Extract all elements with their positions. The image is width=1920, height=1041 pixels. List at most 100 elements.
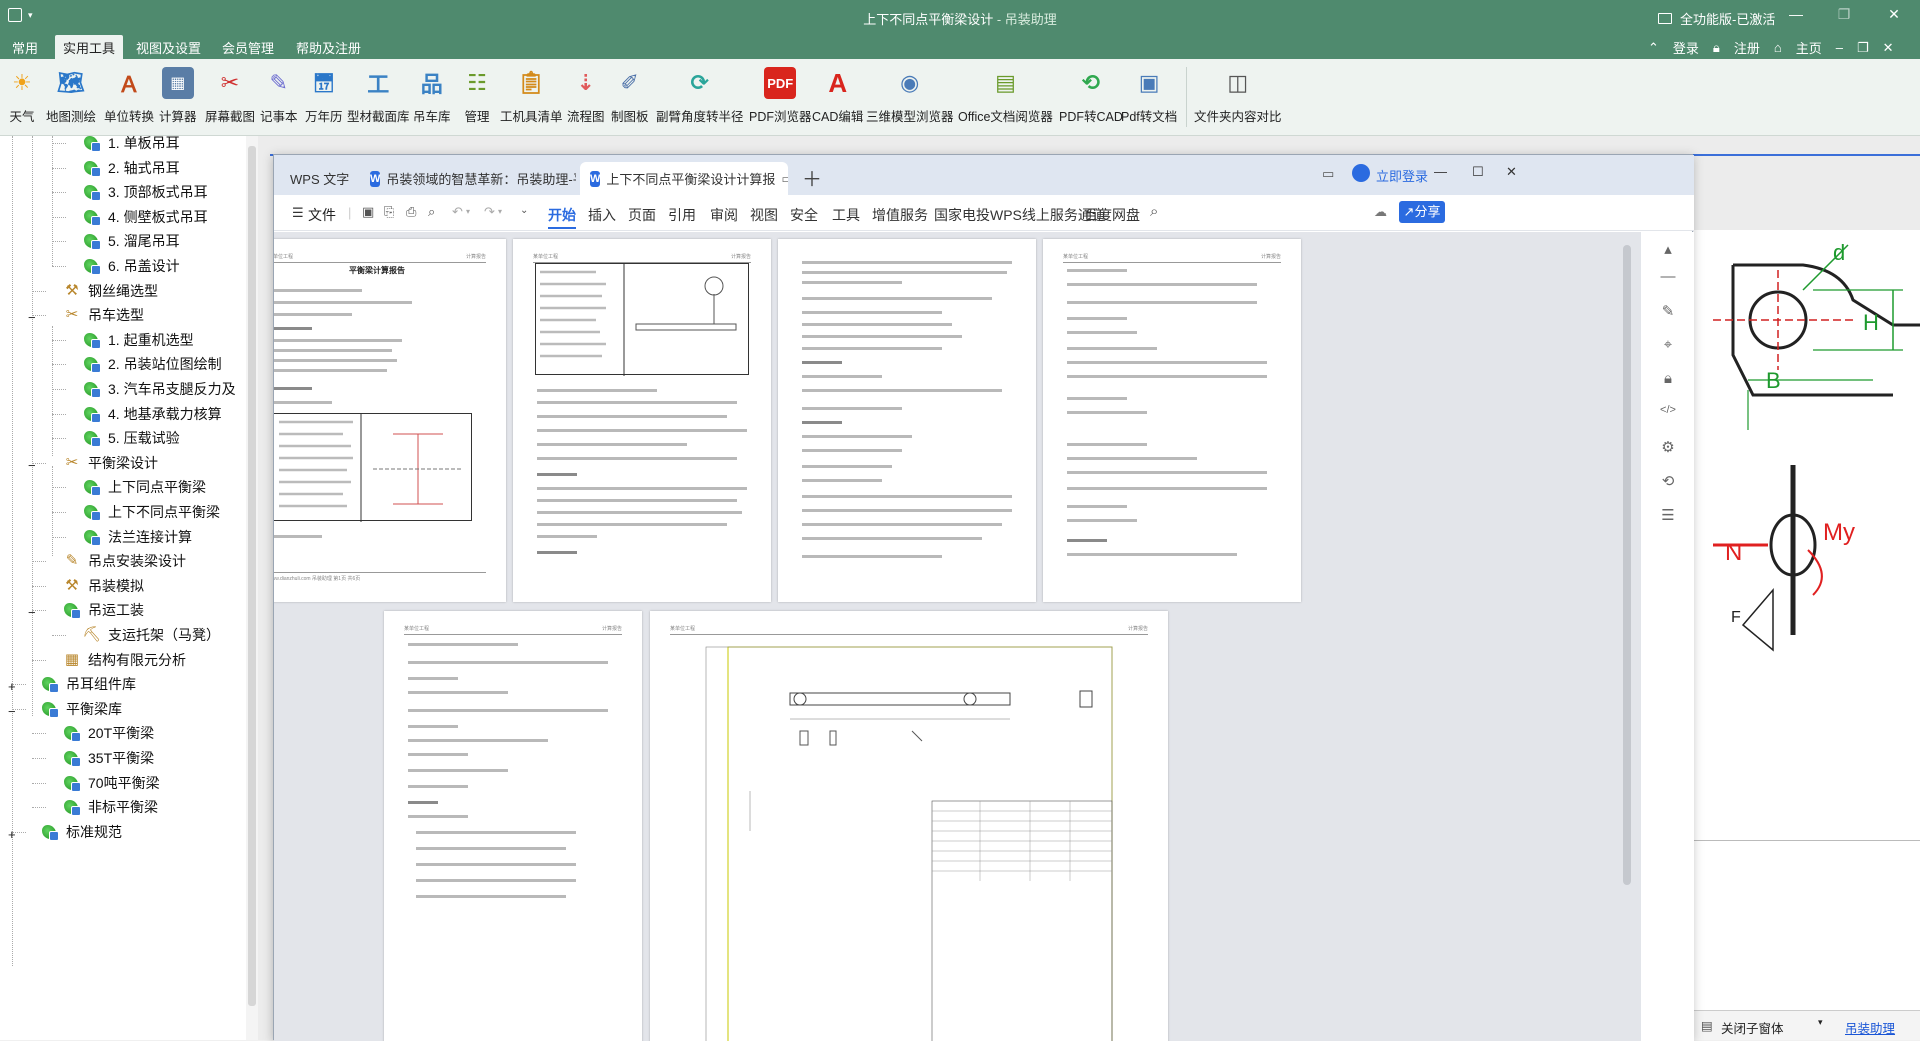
collapse-toggle-icon[interactable]: − [28,310,36,325]
history-icon[interactable]: ⟲ [1659,472,1677,490]
minimize-button[interactable]: — [1782,6,1810,22]
tree-item[interactable]: 3. 顶部板式吊耳 [82,179,208,205]
more-dropdown-icon[interactable]: ⌄ [520,205,528,216]
document-scrollbar[interactable] [1623,245,1631,885]
tree-item[interactable]: 2. 轴式吊耳 [82,155,180,181]
tree-item[interactable]: ⚒ 钢丝绳选型 [62,278,158,304]
ribbon-flowchart[interactable]: ⇣ 流程图 [567,67,605,129]
share-button[interactable]: ↗分享 [1399,201,1445,223]
undo-icon[interactable]: ↶ [452,204,463,220]
maximize-button[interactable]: ❐ [1830,6,1858,23]
close-child-button[interactable]: ✕ [1883,40,1894,56]
tree-item[interactable]: 70吨平衡梁 [62,770,160,796]
print-preview-icon[interactable]: ⌕ [428,204,435,220]
tree-item[interactable]: 3. 汽车吊支腿反力及 [82,376,236,402]
ribbon-jib-angle[interactable]: ⟳ 副臂角度转半径 [656,67,744,129]
close-subwindow-link[interactable]: 关闭子窗体 [1721,1018,1784,1037]
wps-close-button[interactable]: ✕ [1506,164,1517,180]
restore-child-window-icon[interactable]: ❐ [1857,40,1869,56]
redo-dropdown-icon[interactable]: ▾ [498,207,502,216]
ribbon-cad-edit[interactable]: A CAD编辑 [812,67,863,129]
tree-item[interactable]: 20T平衡梁 [62,720,154,746]
tree-item[interactable]: 非标平衡梁 [62,794,158,820]
tree-item[interactable]: 6. 吊盖设计 [82,253,180,279]
ribbon-notepad[interactable]: ✎ 记事本 [260,67,298,129]
ribbon-pdf-to-doc[interactable]: ▣ Pdf转文档 [1121,67,1177,129]
expand-toggle-icon[interactable]: + [8,827,16,842]
export-icon[interactable]: ⎘ [384,204,394,220]
tree-item[interactable]: 吊运工装 [62,597,144,623]
tab-doc-beam-report[interactable]: W 上下不同点平衡梁设计计算报 ▭ ✕ [580,162,788,195]
tree-scrollbar-thumb[interactable] [248,146,256,1006]
wps-tab-home[interactable]: 开始 [548,205,576,229]
tree-item[interactable]: 4. 地基承载力核算 [82,401,222,427]
tree-item[interactable]: 标准规范 [40,819,122,845]
wps-tab-review[interactable]: 审阅 [710,205,738,225]
ribbon-calculator[interactable]: ▦ 计算器 [159,67,197,129]
file-menu[interactable]: 文件 [308,205,336,225]
expand-toggle-icon[interactable]: + [8,679,16,694]
tab-doc-wisdom[interactable]: W 吊装领域的智慧革新：吊装助理-平衡 [360,162,576,195]
wps-tab-tools[interactable]: 工具 [832,205,860,225]
ribbon-folder-compare[interactable]: ◫ 文件夹内容对比 [1194,67,1282,129]
menu-help-register[interactable]: 帮助及注册 [296,38,361,57]
ribbon-pdf-to-cad[interactable]: ⟲ PDF转CAD [1059,67,1123,129]
pen-icon[interactable]: ✎ [1659,302,1677,320]
wps-tab-security[interactable]: 安全 [790,205,818,225]
tree-scrollbar[interactable] [246,136,258,1040]
ribbon-map-survey[interactable]: 🗺︎ 地图测绘 [46,67,96,129]
wps-tab-view[interactable]: 视图 [750,205,778,225]
ribbon-unit-convert[interactable]: Ａ 单位转换 [104,67,154,129]
tree-item[interactable]: ⚒ 吊装模拟 [62,573,144,599]
tree-item[interactable]: 上下同点平衡梁 [82,474,206,500]
tree-item[interactable]: 2. 吊装站位图绘制 [82,351,222,377]
status-dropdown-icon[interactable]: ▾ [1818,1017,1823,1028]
tree-item[interactable]: 平衡梁库 [40,696,122,722]
redo-icon[interactable]: ↷ [484,204,495,220]
tree-item[interactable]: ▦ 结构有限元分析 [62,647,186,673]
hamburger-icon[interactable]: ☰ [292,205,304,221]
tree-item[interactable]: 上下不同点平衡梁 [82,499,220,525]
wps-tab-page[interactable]: 页面 [628,205,656,225]
tree-item[interactable]: 1. 单板吊耳 [82,136,180,156]
ribbon-calendar[interactable]: 📅︎ 万年历 [305,67,343,129]
ribbon-drawing-board[interactable]: ✐ 制图板 [611,67,649,129]
tree-item[interactable]: ⛏ 支运托架（马凳） [82,622,220,648]
ribbon-manage[interactable]: ☷ 管理 [461,67,493,129]
wps-minimize-button[interactable]: — [1434,164,1447,179]
menu-membership[interactable]: 会员管理 [222,38,274,57]
ribbon-section-library[interactable]: 工型材截面库 [347,67,410,129]
restore-child-button[interactable]: – [1836,40,1843,55]
tree-item[interactable]: 5. 压载试验 [82,425,180,451]
ribbon-pdf-viewer[interactable]: PDF PDF浏览器 [749,67,812,129]
wps-tab-spic-channel[interactable]: 国家电投WPS线上服务通道 [934,205,1106,225]
status-app-link[interactable]: 吊装助理 [1845,1018,1895,1037]
wps-tab-value-added[interactable]: 增值服务 [872,205,928,225]
menu-view-settings[interactable]: 视图及设置 [136,38,201,57]
wps-tab-baidu-netdisk[interactable]: 百度网盘 [1084,205,1140,225]
collapse-toggle-icon[interactable]: − [28,458,36,473]
sidebar-collapse-icon[interactable]: ▴ [1659,240,1677,258]
lock-icon[interactable]: 🔒︎ [1659,370,1677,388]
collapse-toggle-icon[interactable]: − [28,605,36,620]
sidebar-minus-icon[interactable]: — [1659,268,1677,286]
tree-item[interactable]: ✂ 平衡梁设计 [62,450,158,476]
tab-wps-writer[interactable]: WPS 文字 [280,162,350,195]
ribbon-crane-library[interactable]: 品吊车库 [413,67,451,129]
tree-item[interactable]: 法兰连接计算 [82,524,192,550]
ribbon-tool-list[interactable]: 📋︎ 工机具清单 [500,67,563,129]
ribbon-screenshot[interactable]: ✂ 屏幕截图 [205,67,255,129]
search-icon[interactable]: ⌕ [1150,203,1158,220]
tree-item[interactable]: ✎ 吊点安装梁设计 [62,548,186,574]
tree-item[interactable]: 吊耳组件库 [40,671,136,697]
menu-utilities[interactable]: 实用工具 [55,35,124,59]
wps-login-link[interactable]: 立即登录 [1376,166,1428,185]
menu-common[interactable]: 常用 [12,38,38,57]
save-icon[interactable]: ▣ [362,204,374,220]
close-button[interactable]: ✕ [1880,6,1908,23]
tree-item[interactable]: ✂ 吊车选型 [62,302,144,328]
adjust-icon[interactable]: ⚙ [1659,438,1677,456]
wps-maximize-button[interactable]: ☐ [1472,164,1484,180]
select-cursor-icon[interactable]: ⌖ [1659,336,1677,354]
ribbon-office-viewer[interactable]: ▤ Office文档阅览器 [958,67,1053,129]
